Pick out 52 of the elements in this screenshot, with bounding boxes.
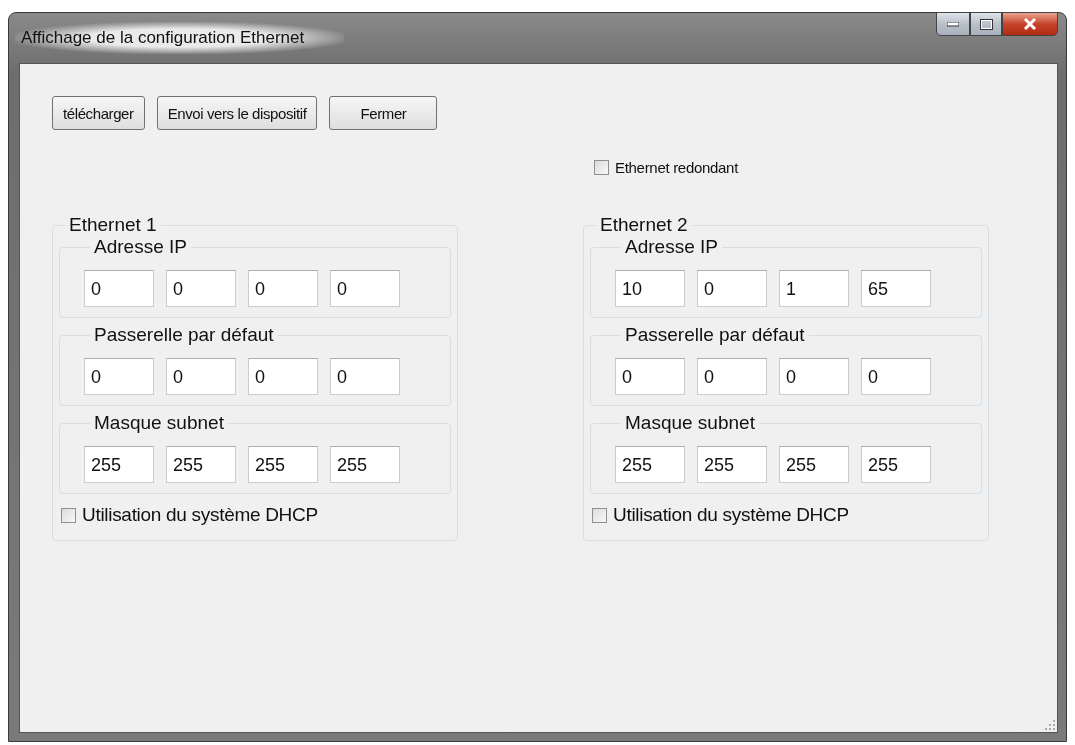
octet-field[interactable]: 0 (861, 358, 931, 395)
group-title: Adresse IP (94, 236, 187, 257)
checkbox-box[interactable] (61, 507, 76, 523)
checkbox[interactable]: Ethernet redondant (594, 159, 1057, 176)
window-title: Affichage de la configuration Ethernet (15, 22, 345, 54)
octet-field[interactable]: 0 (166, 358, 236, 395)
octet-field[interactable]: 0 (330, 358, 400, 395)
octet-field[interactable]: 255 (166, 446, 236, 483)
action-button[interactable]: télécharger (52, 96, 145, 130)
group-title: Ethernet 1 (69, 214, 157, 235)
checkbox[interactable]: Utilisation du système DHCP (61, 504, 451, 526)
close-button[interactable] (1002, 12, 1058, 36)
octet-field[interactable]: 10 (615, 270, 685, 307)
octet-field[interactable]: 0 (166, 270, 236, 307)
octet-field[interactable]: 255 (697, 446, 767, 483)
octet-field[interactable]: 0 (84, 270, 154, 307)
checkbox-box[interactable] (592, 507, 607, 523)
group-title: Ethernet 2 (600, 214, 688, 235)
octet-field[interactable]: 65 (861, 270, 931, 307)
checkbox-box[interactable] (594, 160, 609, 175)
action-button[interactable]: Envoi vers le dispositif (156, 96, 318, 130)
checkbox[interactable]: Utilisation du système DHCP (592, 504, 982, 526)
octet-field[interactable]: 255 (84, 446, 154, 483)
checkbox-label: Ethernet redondant (615, 159, 739, 176)
octet-field[interactable]: 0 (697, 270, 767, 307)
group-title: Passerelle par défaut (625, 324, 805, 345)
octet-field[interactable]: 255 (330, 446, 400, 483)
octet-field[interactable]: 255 (615, 446, 685, 483)
octet-field[interactable]: 0 (697, 358, 767, 395)
octet-field[interactable]: 0 (615, 358, 685, 395)
octet-field[interactable]: 255 (779, 446, 849, 483)
group-title: Masque subnet (625, 412, 755, 433)
octet-field[interactable]: 0 (84, 358, 154, 395)
octet-field[interactable]: 0 (248, 270, 318, 307)
octet-field[interactable]: 255 (861, 446, 931, 483)
resize-grip-icon[interactable] (1045, 720, 1055, 730)
checkbox-label: Utilisation du système DHCP (613, 504, 849, 526)
octet-field[interactable]: 255 (248, 446, 318, 483)
octet-field[interactable]: 0 (779, 358, 849, 395)
octet-field[interactable]: 0 (330, 270, 400, 307)
group-title: Masque subnet (94, 412, 224, 433)
group-title: Adresse IP (625, 236, 718, 257)
action-button[interactable]: Fermer (329, 96, 438, 130)
checkbox-label: Utilisation du système DHCP (82, 504, 318, 526)
minimize-icon (947, 21, 959, 27)
maximize-icon (979, 18, 993, 30)
close-icon (1023, 18, 1037, 30)
minimize-button[interactable] (936, 12, 970, 36)
group-title: Passerelle par défaut (94, 324, 274, 345)
octet-field[interactable]: 1 (779, 270, 849, 307)
octet-field[interactable]: 0 (248, 358, 318, 395)
maximize-button[interactable] (970, 12, 1002, 36)
